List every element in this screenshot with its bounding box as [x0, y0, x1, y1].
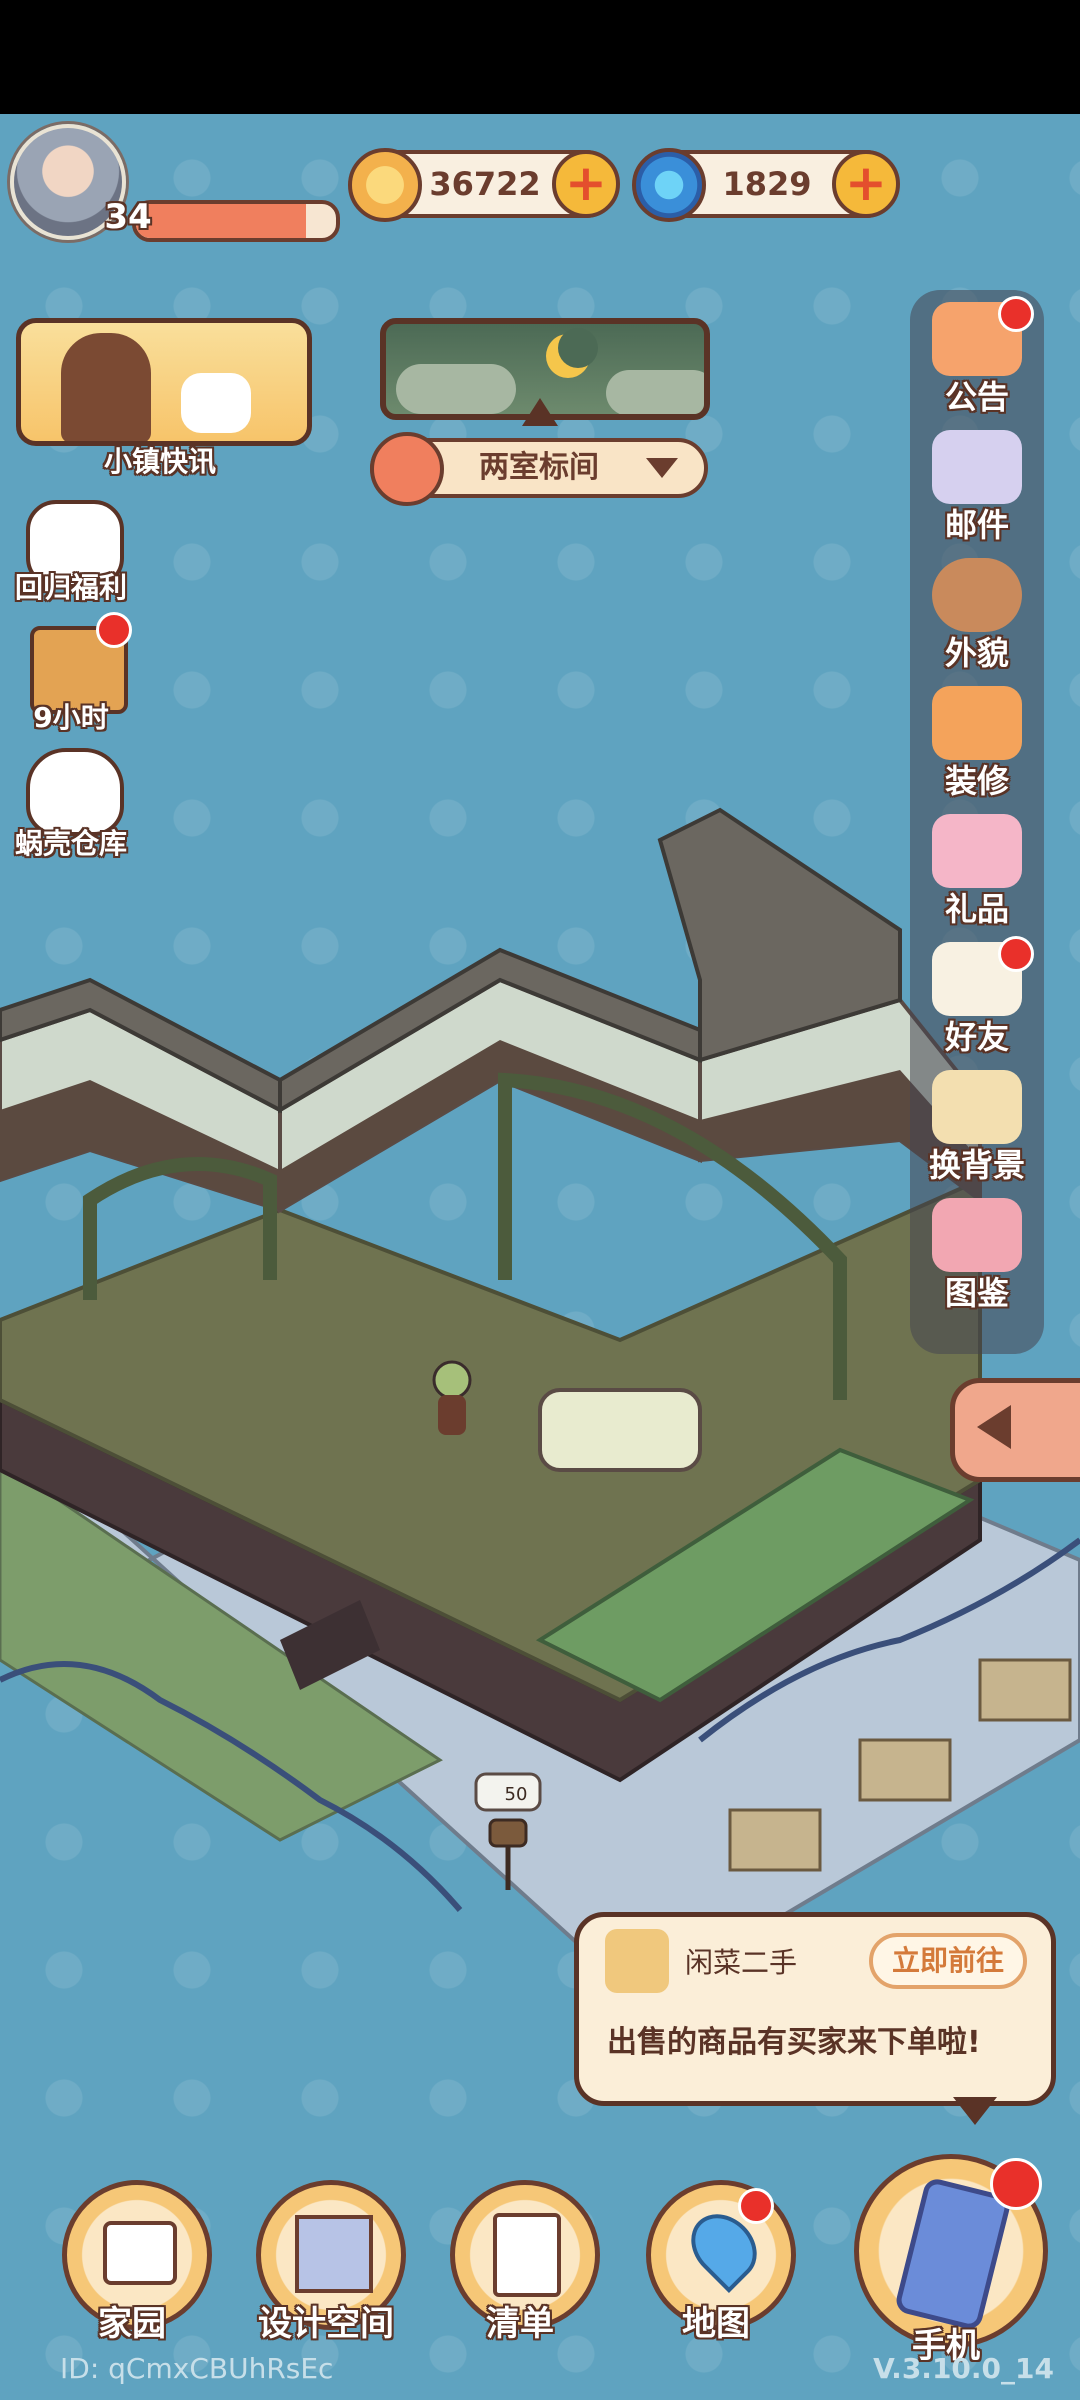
add-coins-button[interactable]: +	[552, 150, 620, 218]
list-quill-icon	[493, 2213, 561, 2297]
shell-amount: 1829	[722, 165, 812, 203]
sofa	[538, 1388, 702, 1472]
menu-item-gifts[interactable]: 礼品	[910, 814, 1044, 934]
notification-message: 出售的商品有买家来下单啦!	[607, 2025, 981, 2060]
house-wrench-icon	[932, 686, 1022, 760]
mailbox-count: 50	[505, 1784, 528, 1805]
news-pet-illustration	[181, 373, 251, 433]
house-icon	[370, 432, 444, 506]
room-selector[interactable]: 两室标间	[370, 432, 708, 506]
design-ruler-icon	[295, 2215, 373, 2293]
cardboard-box	[978, 1658, 1072, 1722]
coin-counter: 36722 +	[348, 148, 620, 222]
status-bar	[0, 0, 1080, 114]
player-level: 34	[104, 197, 152, 237]
notification-badge	[990, 2158, 1042, 2210]
home-label: 家园	[98, 2304, 166, 2344]
background-icon	[932, 1070, 1022, 1144]
menu-item-decorate[interactable]: 装修	[910, 686, 1044, 806]
mailbox	[488, 1818, 528, 1848]
shell-counter: 1829 +	[632, 148, 900, 222]
player-character-head	[432, 1360, 472, 1400]
game-version: V.3.10.0_14	[873, 2352, 1054, 2385]
menu-item-catalog[interactable]: 图鉴	[910, 1198, 1044, 1318]
shell-currency-icon	[632, 148, 706, 222]
menu-item-change-background[interactable]: 换背景	[910, 1070, 1044, 1190]
return-bonus-label: 回归福利	[14, 571, 127, 604]
time-pointer-icon	[522, 398, 558, 426]
notification-badge	[96, 612, 132, 648]
cloud-icon	[396, 364, 516, 414]
coin-icon	[348, 148, 422, 222]
town-news-card[interactable]	[16, 318, 312, 446]
shell-storage-label: 蜗壳仓库	[14, 827, 127, 860]
chest-timer-label: 9小时	[33, 701, 109, 734]
player-id: ID: qCmxCBUhRsEc	[60, 2352, 334, 2385]
right-menu-panel: 公告 邮件 外貌 装修 礼品 好友 换背景 图鉴	[910, 290, 1044, 1354]
level-progress-fill	[136, 204, 306, 238]
checklist-label: 清单	[486, 2304, 554, 2344]
player-character-body	[438, 1395, 466, 1435]
home-icon	[103, 2221, 177, 2285]
design-space-label: 设计空间	[258, 2304, 394, 2344]
notification-badge	[998, 296, 1034, 332]
chevron-left-icon	[977, 1405, 1011, 1449]
menu-item-appearance[interactable]: 外貌	[910, 558, 1044, 678]
coin-amount: 36722	[429, 165, 541, 203]
gift-icon	[932, 814, 1022, 888]
add-shells-button[interactable]: +	[832, 150, 900, 218]
news-character-illustration	[61, 333, 151, 441]
menu-item-mail[interactable]: 邮件	[910, 430, 1044, 550]
avatar-face-icon	[932, 558, 1022, 632]
notification-title: 闲菜二手	[685, 1946, 798, 1979]
mail-icon	[932, 430, 1022, 504]
package-icon	[605, 1929, 669, 1993]
cardboard-box	[728, 1808, 822, 1872]
map-label: 地图	[682, 2304, 750, 2344]
notification-badge	[738, 2188, 774, 2224]
collapse-menu-button[interactable]	[950, 1378, 1080, 1482]
cardboard-box	[858, 1738, 952, 1802]
catalog-book-icon	[932, 1198, 1022, 1272]
chevron-down-icon	[646, 458, 678, 478]
town-news-label: 小镇快讯	[103, 445, 216, 478]
go-now-button[interactable]: 立即前往	[869, 1933, 1027, 1989]
cloud-icon	[606, 370, 704, 414]
room-name: 两室标间	[479, 450, 599, 485]
notification-badge	[998, 936, 1034, 972]
level-progress-bar	[132, 200, 340, 242]
secondhand-notification[interactable]: 闲菜二手 立即前往 出售的商品有买家来下单啦!	[574, 1912, 1056, 2125]
